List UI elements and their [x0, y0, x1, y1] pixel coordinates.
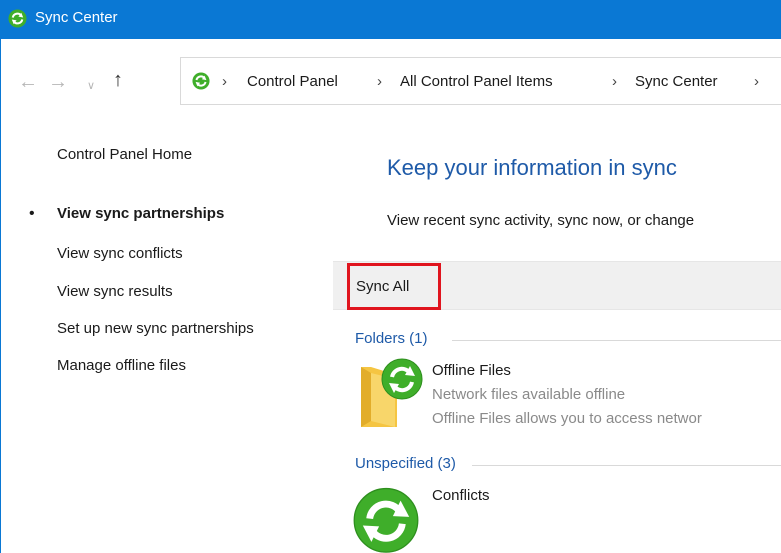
forward-arrow-icon[interactable]: →	[48, 72, 68, 92]
sync-all-button[interactable]: Sync All	[347, 263, 441, 310]
link-manage-offline-files[interactable]: Manage offline files	[57, 357, 186, 374]
sync-center-icon	[8, 9, 27, 28]
group-divider	[472, 465, 781, 466]
up-arrow-icon[interactable]: ↑	[113, 70, 123, 90]
group-header-folders[interactable]: Folders (1)	[355, 330, 428, 347]
offline-files-icon[interactable]	[357, 355, 427, 430]
breadcrumb-separator-icon[interactable]: ›	[222, 73, 227, 90]
link-view-sync-results[interactable]: View sync results	[57, 283, 173, 300]
breadcrumb-sync-center[interactable]: Sync Center	[635, 73, 718, 90]
link-view-sync-partnerships[interactable]: View sync partnerships	[57, 205, 224, 222]
back-arrow-icon[interactable]: ←	[18, 72, 38, 92]
title-bar: Sync Center	[0, 0, 781, 39]
breadcrumb-separator-icon[interactable]: ›	[754, 73, 759, 90]
window-title: Sync Center	[35, 9, 118, 26]
item-description: Network files available offline	[432, 386, 626, 403]
recent-locations-chevron-icon[interactable]: ∨	[87, 76, 95, 96]
page-description: View recent sync activity, sync now, or …	[387, 212, 695, 229]
link-view-sync-conflicts[interactable]: View sync conflicts	[57, 245, 183, 262]
link-set-up-partnerships[interactable]: Set up new sync partnerships	[57, 320, 254, 337]
breadcrumb-control-panel[interactable]: Control Panel	[247, 73, 338, 90]
page-title: Keep your information in sync	[387, 155, 677, 180]
breadcrumb-all-items[interactable]: All Control Panel Items	[400, 73, 553, 90]
item-description: Offline Files allows you to access netwo…	[432, 410, 702, 427]
group-divider	[452, 340, 781, 341]
conflicts-sync-icon[interactable]	[347, 486, 425, 553]
item-title-conflicts[interactable]: Conflicts	[432, 487, 490, 504]
breadcrumb-separator-icon[interactable]: ›	[377, 73, 382, 90]
link-control-panel-home[interactable]: Control Panel Home	[57, 146, 192, 163]
current-item-bullet: •	[29, 205, 35, 222]
item-title-offline-files[interactable]: Offline Files	[432, 362, 511, 379]
sync-center-icon	[192, 72, 210, 90]
group-header-unspecified[interactable]: Unspecified (3)	[355, 455, 456, 472]
address-bar[interactable]: › Control Panel › All Control Panel Item…	[180, 57, 781, 105]
breadcrumb-separator-icon[interactable]: ›	[612, 73, 617, 90]
